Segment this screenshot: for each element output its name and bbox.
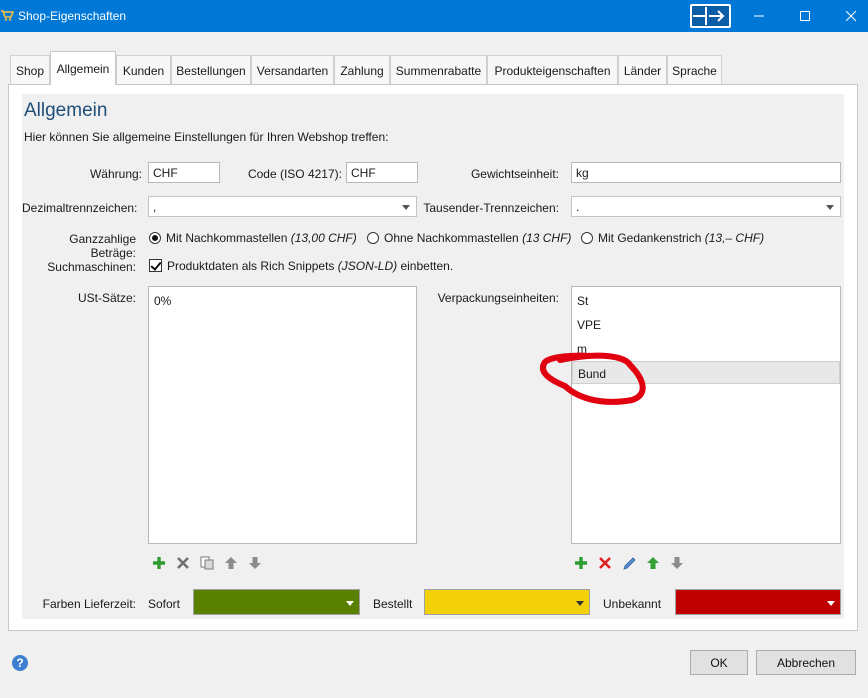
rich-snippets-tail: einbetten. (400, 259, 454, 273)
rich-snippets-checkbox[interactable]: Produktdaten als Rich Snippets (JSON-LD)… (149, 259, 453, 273)
tab-allgemein[interactable]: Allgemein (50, 51, 116, 85)
intro-text: Hier können Sie allgemeine Einstellungen… (24, 130, 389, 144)
chevron-down-icon (402, 205, 410, 210)
cancel-button[interactable]: Abbrechen (756, 650, 856, 675)
search-engines-label: Suchmaschinen: (47, 260, 136, 274)
move-up-icon[interactable] (644, 554, 662, 572)
help-button[interactable]: ? (11, 654, 29, 675)
settings-content: Allgemein Hier können Sie allgemeine Ein… (22, 94, 844, 619)
shop-cart-icon (1, 10, 14, 21)
radio-dot (581, 232, 593, 244)
radio-label: Ohne Nachkommastellen (384, 231, 519, 245)
move-down-icon[interactable] (668, 554, 686, 572)
chevron-down-icon (827, 601, 835, 606)
tab-sprache[interactable]: Sprache (667, 55, 722, 84)
ok-button[interactable]: OK (690, 650, 748, 675)
help-icon: ? (12, 655, 28, 671)
add-icon[interactable] (572, 554, 590, 572)
thousands-separator-label: Tausender-Trennzeichen: (423, 201, 559, 215)
integer-amounts-label: Ganzzahlige Beträge: (69, 232, 136, 260)
decimal-separator-label: Dezimaltrennzeichen: (22, 201, 138, 215)
move-up-icon[interactable] (222, 554, 240, 572)
list-item[interactable]: VPE (572, 313, 840, 336)
tab-bestellungen[interactable]: Bestellungen (171, 55, 251, 84)
minimize-button[interactable] (736, 0, 782, 32)
tab-shop[interactable]: Shop (10, 55, 50, 84)
svg-text:?: ? (16, 656, 23, 670)
rich-snippets-text: Produktdaten als Rich Snippets (167, 259, 335, 273)
tab-summenrabatte[interactable]: Summenrabatte (390, 55, 487, 84)
close-icon (846, 11, 856, 21)
chevron-down-icon (576, 601, 584, 606)
list-item[interactable]: m (572, 337, 840, 360)
vat-list[interactable]: 0% (148, 286, 417, 544)
move-down-icon[interactable] (246, 554, 264, 572)
maximize-icon (800, 11, 810, 21)
list-item-selected[interactable]: Bund (572, 361, 840, 384)
radio-without-decimals[interactable]: Ohne Nachkommastellen (13 CHF) (367, 231, 571, 245)
minimize-icon (754, 15, 764, 17)
currency-label: Währung: (89, 167, 142, 181)
rich-snippets-format: (JSON-LD) (337, 259, 398, 273)
vat-label: USt-Sätze: (77, 291, 136, 305)
radio-with-dash[interactable]: Mit Gedankenstrich (13,– CHF) (581, 231, 764, 245)
unbekannt-label: Unbekannt (603, 597, 662, 611)
code-label: Code (ISO 4217): (247, 167, 342, 181)
decimal-separator-select[interactable]: , (148, 196, 417, 217)
window-title: Shop-Eigenschaften (18, 9, 127, 23)
edit-icon[interactable] (620, 554, 638, 572)
copy-icon[interactable] (198, 554, 216, 572)
delete-icon[interactable] (596, 554, 614, 572)
currency-input[interactable]: CHF (148, 162, 220, 183)
radio-label: Mit Nachkommastellen (166, 231, 288, 245)
snap-layout-icon[interactable] (690, 4, 731, 28)
radio-dot (149, 232, 161, 244)
sofort-color-picker[interactable] (193, 589, 360, 615)
delete-icon[interactable] (174, 554, 192, 572)
delivery-colors-label: Farben Lieferzeit: (42, 597, 136, 611)
maximize-button[interactable] (782, 0, 828, 32)
tab-zahlung[interactable]: Zahlung (334, 55, 390, 84)
chevron-down-icon (826, 205, 834, 210)
tab-laender[interactable]: Länder (618, 55, 667, 84)
tab-produkteigenschaften[interactable]: Produkteigenschaften (487, 55, 618, 84)
bestellt-color-picker[interactable] (424, 589, 590, 615)
list-item[interactable]: 0% (149, 289, 416, 312)
radio-dot (367, 232, 379, 244)
weight-label: Gewichtseinheit: (470, 167, 559, 181)
code-input[interactable]: CHF (346, 162, 418, 183)
weight-input[interactable]: kg (571, 162, 841, 183)
thousands-separator-select[interactable]: . (571, 196, 841, 217)
packaging-toolbar (572, 554, 686, 574)
list-item[interactable]: St (572, 289, 840, 312)
checkbox-checked-icon (149, 259, 162, 272)
add-icon[interactable] (150, 554, 168, 572)
radio-example: (13,– CHF) (704, 231, 765, 245)
radio-with-decimals[interactable]: Mit Nachkommastellen (13,00 CHF) (149, 231, 357, 245)
radio-example: (13 CHF) (522, 231, 572, 245)
vat-toolbar (150, 554, 264, 574)
packaging-list[interactable]: St VPE m Bund (571, 286, 841, 544)
radio-label: Mit Gedankenstrich (598, 231, 702, 245)
page-title: Allgemein (24, 100, 108, 121)
tab-kunden[interactable]: Kunden (116, 55, 171, 84)
radio-example: (13,00 CHF) (290, 231, 357, 245)
tab-panel: Allgemein Hier können Sie allgemeine Ein… (8, 84, 858, 631)
thousands-separator-value: . (576, 200, 580, 214)
packaging-label: Verpackungseinheiten: (437, 291, 559, 305)
sofort-label: Sofort (148, 597, 181, 611)
bestellt-label: Bestellt (373, 597, 413, 611)
close-button[interactable] (828, 0, 868, 32)
decimal-separator-value: , (153, 200, 157, 214)
title-bar: Shop-Eigenschaften (0, 0, 868, 32)
chevron-down-icon (346, 601, 354, 606)
tab-versandarten[interactable]: Versandarten (251, 55, 334, 84)
unbekannt-color-picker[interactable] (675, 589, 841, 615)
